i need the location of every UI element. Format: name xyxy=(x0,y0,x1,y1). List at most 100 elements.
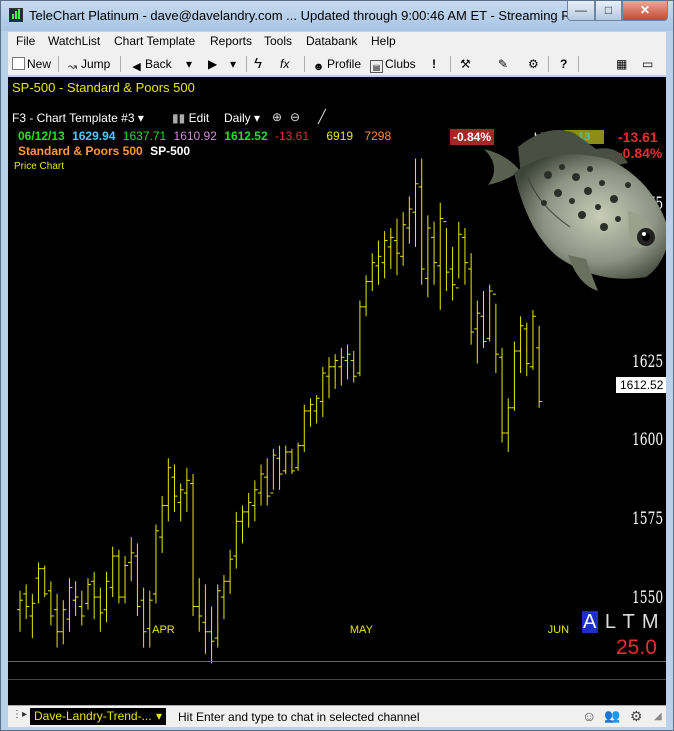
alert-icon[interactable]: ! xyxy=(432,55,436,73)
ohlc-bar xyxy=(109,546,116,598)
x-month-label: APR xyxy=(152,624,175,636)
new-document-icon xyxy=(12,57,25,70)
scale-letter-m[interactable]: M xyxy=(642,611,660,633)
ohlc-bar xyxy=(499,347,506,443)
ohlc-bar xyxy=(264,458,271,506)
ohlc-bar xyxy=(47,581,54,626)
ohlc-bar xyxy=(152,524,159,604)
window-list-icon[interactable]: ▭ xyxy=(642,55,653,73)
jump-button[interactable]: ↝ Jump xyxy=(66,55,110,73)
minimize-button[interactable]: — xyxy=(567,1,595,21)
menu-help[interactable]: Help xyxy=(371,34,396,48)
notes-icon[interactable]: ✎ xyxy=(498,55,508,73)
ohlc-bar xyxy=(183,467,190,512)
jump-label: Jump xyxy=(81,57,111,71)
ohlc-bar xyxy=(455,221,462,289)
ohlc-bar xyxy=(492,293,499,374)
forward-dropdown-icon[interactable]: ▾ xyxy=(230,55,236,73)
ohlc-bar xyxy=(258,464,265,506)
menu-file[interactable]: File xyxy=(16,34,35,48)
clubs-button[interactable]: ▤ Clubs xyxy=(370,55,416,73)
layout-icon[interactable]: ▦ xyxy=(616,55,627,73)
scale-letter-a[interactable]: A xyxy=(582,611,599,633)
app-icon xyxy=(9,8,23,22)
ohlc-bar xyxy=(146,590,153,648)
lower-pane-line xyxy=(8,679,666,680)
ohlc-bar xyxy=(523,322,530,377)
ohlc-bar xyxy=(375,240,382,285)
menu-chart-template[interactable]: Chart Template xyxy=(114,34,195,48)
ohlc-bar xyxy=(393,218,400,276)
ohlc-bar xyxy=(406,196,413,244)
ohlc-bar xyxy=(214,584,221,648)
maximize-button[interactable]: □ xyxy=(595,1,622,21)
ohlc-bar xyxy=(461,227,468,285)
toolbar: New ↝ Jump ◀ Back ▾ ▶ ▾ ϟ fx ☻ Profile ▤ Clu… xyxy=(8,52,666,76)
channel-selector[interactable]: Dave-Landry-Trend-... ▾ xyxy=(30,708,166,725)
scale-letters[interactable]: A L T M L xyxy=(582,611,666,634)
ohlc-bar xyxy=(356,300,363,377)
ohlc-bar xyxy=(35,562,42,604)
new-button[interactable]: New xyxy=(12,55,51,73)
gear-icon[interactable]: ⚙ xyxy=(630,708,643,725)
clubs-icon: ▤ xyxy=(370,60,383,73)
settings-icon[interactable]: ⚙ xyxy=(528,55,539,73)
ohlc-bar xyxy=(276,445,283,490)
ohlc-bar xyxy=(177,483,184,522)
ohlc-bar xyxy=(103,571,110,623)
ohlc-bar xyxy=(29,593,36,639)
ohlc-bar xyxy=(282,445,289,475)
close-button[interactable]: ✕ xyxy=(622,1,668,21)
ohlc-bar xyxy=(517,316,524,374)
ohlc-bar xyxy=(326,357,332,399)
ohlc-bar xyxy=(418,158,425,285)
ohlc-bar xyxy=(196,578,203,632)
lightning-icon[interactable]: ϟ xyxy=(254,55,262,73)
ohlc-bar xyxy=(387,227,394,269)
ohlc-bar xyxy=(270,448,277,494)
chart-window[interactable]: SP-500 - Standard & Poors 500 F3 - Chart… xyxy=(8,77,666,705)
ohlc-bar xyxy=(288,448,295,475)
resize-grip-icon[interactable]: ◢ xyxy=(654,711,662,722)
x-month-label: MAY xyxy=(349,624,373,636)
ohlc-bar xyxy=(319,366,326,418)
back-dropdown-icon[interactable]: ▾ xyxy=(186,55,192,73)
scan-icon[interactable]: ⚒ xyxy=(460,55,471,73)
ohlc-bar xyxy=(128,537,135,582)
ohlc-bar xyxy=(400,212,407,266)
y-tick-label: 1575 xyxy=(632,509,664,530)
back-button[interactable]: ◀ Back xyxy=(130,55,171,73)
scale-letter-l[interactable]: L xyxy=(605,611,616,633)
forward-arrow-icon[interactable]: ▶ xyxy=(208,55,217,73)
menu-databank[interactable]: Databank xyxy=(306,34,357,48)
people-icon[interactable]: 👥 xyxy=(604,708,620,724)
title-bar[interactable]: TeleChart Platinum - dave@davelandry.com… xyxy=(1,1,673,31)
menu-watchlist[interactable]: WatchList xyxy=(48,34,100,48)
ohlc-bar xyxy=(23,584,30,620)
ohlc-bar xyxy=(381,231,388,279)
new-label: New xyxy=(27,57,52,71)
chevron-down-icon: ▾ xyxy=(155,709,162,723)
ohlc-bar xyxy=(171,464,178,512)
ohlc-bar xyxy=(134,543,141,616)
ohlc-bar xyxy=(363,275,370,317)
ohlc-bar xyxy=(468,253,475,345)
menu-reports[interactable]: Reports xyxy=(210,34,252,48)
ohlc-bar xyxy=(239,505,246,544)
smiley-icon[interactable]: ☺ xyxy=(582,708,596,724)
ohlc-bar xyxy=(251,480,258,522)
window-title: TeleChart Platinum - dave@davelandry.com… xyxy=(29,8,603,23)
help-icon[interactable]: ? xyxy=(560,55,567,73)
ohlc-bar xyxy=(529,309,536,370)
formula-icon[interactable]: fx xyxy=(280,55,289,73)
menu-tools[interactable]: Tools xyxy=(264,34,292,48)
scale-letter-t[interactable]: T xyxy=(623,611,636,633)
ohlc-bar xyxy=(140,587,147,648)
channel-name: Dave-Landry-Trend-... xyxy=(34,709,152,723)
chat-grip-icon[interactable]: ⋮▸ xyxy=(12,709,27,720)
x-month-label: JUN xyxy=(547,624,570,636)
profile-button[interactable]: ☻ Profile xyxy=(312,55,361,73)
last-price-tag: 1612.52 xyxy=(616,377,666,393)
ohlc-bar xyxy=(332,354,339,389)
ohlc-bar xyxy=(536,325,543,408)
